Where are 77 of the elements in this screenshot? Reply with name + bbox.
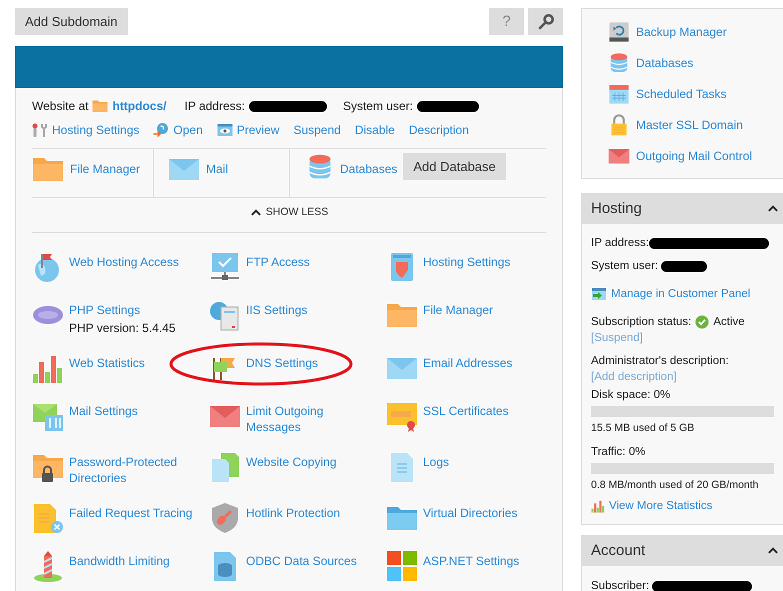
action-link[interactable]: Description: [408, 121, 469, 139]
quick-link[interactable]: File Manager: [70, 160, 140, 178]
usage-label: Traffic: 0%: [591, 445, 646, 460]
tool-link[interactable]: PHP Settings: [69, 302, 176, 318]
suspend-link[interactable]: [Suspend]: [591, 330, 643, 346]
usage-text: 0.8 MB/month used of 20 GB/month: [591, 478, 760, 493]
tool-link[interactable]: Hosting Settings: [423, 254, 510, 270]
folder-link[interactable]: httpdocs/: [112, 97, 166, 115]
caret-up-icon: [767, 202, 779, 214]
system-user-label: System user:: [342, 98, 413, 115]
add-database-button[interactable]: Add Database: [403, 153, 506, 180]
tool-link[interactable]: ASP.NET Settings: [423, 552, 520, 569]
side-link[interactable]: Scheduled Tasks: [636, 84, 727, 102]
usage-label: Disk space: 0%: [591, 388, 670, 403]
tool-link[interactable]: Email Addresses: [423, 354, 512, 371]
tool-link[interactable]: Password-Protected Directories: [69, 454, 197, 486]
show-less-toggle[interactable]: SHOW LESS: [250, 205, 328, 221]
status-text: Active: [713, 315, 745, 330]
ip-address-label: IP address:: [591, 236, 649, 251]
tool-link[interactable]: Logs: [423, 454, 450, 470]
section-header[interactable]: Hosting: [582, 193, 783, 224]
folder-icon: [92, 98, 108, 114]
settings-button[interactable]: [528, 8, 563, 35]
browser-eye-icon: [216, 122, 233, 138]
usage-text: 15.5 MB used of 5 GB: [591, 421, 696, 436]
action-link[interactable]: Hosting Settings: [32, 121, 140, 139]
tools-icon: [32, 122, 48, 138]
section-header[interactable]: Account: [582, 535, 783, 566]
quick-link[interactable]: Mail: [206, 160, 228, 178]
side-link[interactable]: Outgoing Mail Control: [636, 146, 752, 164]
side-link[interactable]: Master SSL Domain: [636, 116, 743, 134]
tool-link[interactable]: Bandwidth Limiting: [69, 552, 170, 569]
tool-link[interactable]: Hotlink Protection: [246, 504, 340, 521]
striped-pole-icon: [32, 550, 64, 582]
database-icon: [608, 52, 630, 74]
action-link[interactable]: Preview: [216, 121, 280, 139]
ip-address-label: IP address:: [184, 98, 245, 115]
tool-link[interactable]: Website Copying: [246, 454, 336, 470]
documents-icon: [209, 450, 241, 483]
tool-link[interactable]: IIS Settings: [246, 302, 308, 318]
backup-drive-icon: [608, 20, 630, 42]
document-error-icon: [32, 502, 64, 534]
tool-link[interactable]: SSL Certificates: [423, 402, 509, 419]
side-link[interactable]: Databases: [636, 54, 694, 72]
website-label: Website at: [32, 98, 88, 115]
bar-chart-icon: [591, 499, 605, 513]
add-subdomain-button[interactable]: Add Subdomain: [15, 8, 128, 35]
subscriber-label: Subscriber:: [591, 579, 650, 591]
check-icon: [695, 315, 710, 329]
status-label: Subscription status:: [591, 315, 692, 330]
tool-link[interactable]: ODBC Data Sources: [246, 552, 357, 569]
description-label: Administrator's description:: [591, 354, 729, 369]
caret-up-icon: [767, 544, 779, 556]
globe-arrow-icon: [153, 122, 170, 138]
system-user-label: System user:: [591, 259, 660, 274]
tool-link[interactable]: DNS Settings: [246, 354, 318, 371]
add-description-link[interactable]: [Add description]: [591, 369, 677, 385]
tool-link[interactable]: Mail Settings: [69, 402, 138, 419]
action-link[interactable]: Disable: [354, 121, 395, 139]
manage-link[interactable]: Manage in Customer Panel: [611, 286, 750, 302]
statistics-link[interactable]: View More Statistics: [609, 498, 712, 514]
tool-link[interactable]: Virtual Directories: [423, 504, 518, 521]
quick-link[interactable]: Databases: [340, 160, 398, 178]
tool-link[interactable]: Failed Request Tracing: [69, 504, 192, 521]
side-link[interactable]: Backup Manager: [636, 22, 727, 40]
tool-link[interactable]: Web Hosting Access: [69, 254, 179, 270]
version-text: PHP version: 5.4.45: [69, 320, 176, 336]
action-link[interactable]: Suspend: [293, 121, 341, 139]
monitor-network-icon: [209, 250, 241, 283]
tool-link[interactable]: File Manager: [423, 302, 494, 318]
tool-link[interactable]: Limit Outgoing Messages: [246, 402, 376, 435]
calendar-icon: [608, 82, 630, 104]
help-button[interactable]: ?: [489, 8, 524, 35]
action-link[interactable]: Open: [153, 121, 203, 139]
tool-link[interactable]: FTP Access: [246, 254, 310, 270]
tool-link[interactable]: Web Statistics: [69, 354, 145, 371]
four-squares-icon: [386, 550, 418, 582]
